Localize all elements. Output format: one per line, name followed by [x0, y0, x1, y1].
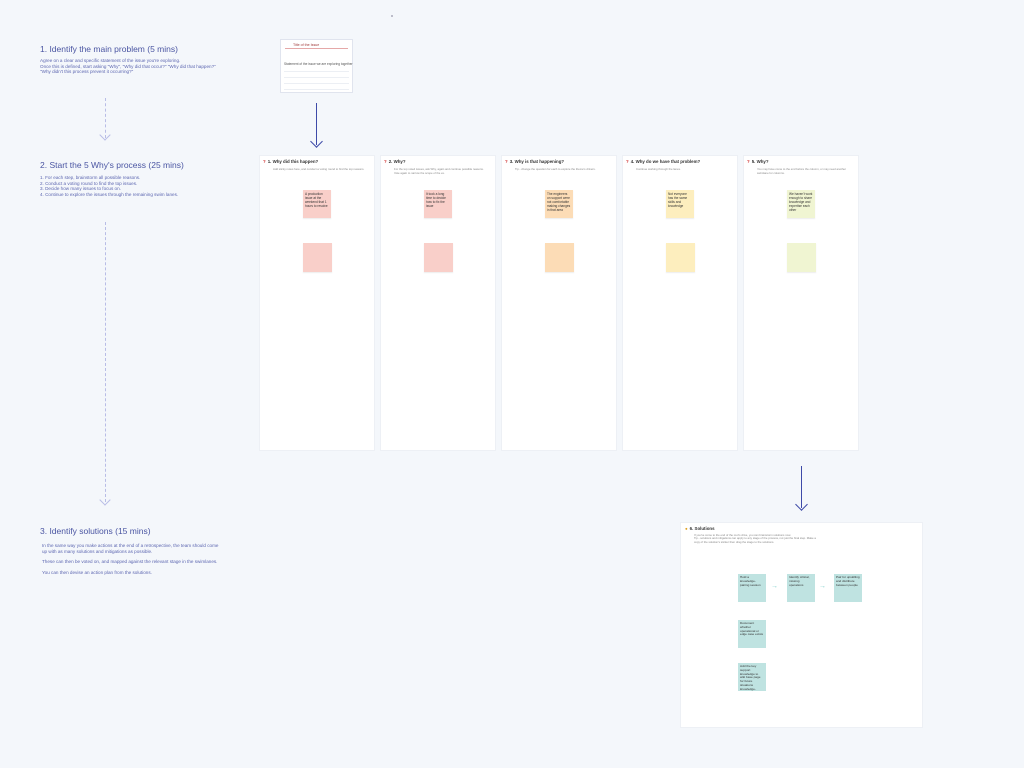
swimlane-2[interactable]: ? 2. Why? For the top voted issues, ask W…	[380, 155, 496, 451]
sticky-note-blank[interactable]	[666, 243, 695, 272]
card-rule	[284, 83, 349, 84]
step-3-line: You can then devise an action plan from …	[42, 569, 152, 575]
step-2-title: 2. Start the 5 Why's process (25 mins)	[40, 160, 184, 170]
sticky-note-blank[interactable]	[424, 243, 453, 272]
sticky-note-blank[interactable]	[787, 243, 816, 272]
question-mark-icon: ?	[505, 159, 508, 164]
issue-card[interactable]: Title of the Issue Statement of the issu…	[280, 39, 353, 93]
solution-note[interactable]: Add the key support knowledge to wiki ba…	[738, 663, 766, 691]
sticky-note[interactable]: Not everyone has the same skills and kno…	[666, 190, 694, 218]
issue-title[interactable]: Title of the Issue	[293, 43, 319, 47]
lane-heading-text: 5. Why?	[751, 159, 769, 164]
arrow-right-icon: →	[819, 583, 826, 590]
canvas-dot	[391, 15, 393, 17]
issue-title-underline	[285, 48, 348, 49]
arrow-down-icon	[310, 135, 323, 148]
lightbulb-icon: ●	[685, 526, 688, 531]
lane-description: Continue working through the lanes.	[636, 167, 681, 171]
solutions-description: If you've come to the end of the root's …	[694, 533, 816, 544]
arrow-right-icon: →	[771, 583, 778, 590]
question-mark-icon: ?	[384, 159, 387, 164]
lane-heading: ? 4. Why do we have that problem?	[626, 159, 700, 164]
swimlane-3[interactable]: ? 3. Why is that happening? Tip - change …	[501, 155, 617, 451]
solution-note[interactable]: Hold a knowledge-pairing session	[738, 574, 766, 602]
swimlane-5[interactable]: ? 5. Why? You may have come to the end be…	[743, 155, 859, 451]
arrow-down-icon	[99, 129, 111, 141]
question-mark-icon: ?	[626, 159, 629, 164]
solutions-heading-text: 6. Solutions	[689, 526, 715, 531]
dashed-connector	[105, 222, 106, 502]
step-1-line: "Why didn't this process prevent it occu…	[40, 69, 134, 75]
solutions-frame[interactable]: ● 6. Solutions If you've come to the end …	[680, 522, 923, 728]
solution-note[interactable]: Identify critical, missing operations	[787, 574, 815, 602]
lane-heading-text: 4. Why do we have that problem?	[630, 159, 701, 164]
swimlane-1[interactable]: ? 1. Why did this happen? Add sticky note…	[259, 155, 375, 451]
step-3-line: In the same way you make actions at the …	[42, 543, 219, 548]
sticky-note[interactable]: The engineers on support were not comfor…	[545, 190, 573, 218]
arrow-down-icon	[99, 494, 111, 506]
lane-heading: ? 2. Why?	[384, 159, 406, 164]
lane-description: Tip - change the question for each to ex…	[515, 167, 596, 171]
question-mark-icon: ?	[747, 159, 750, 164]
step-1-title: 1. Identify the main problem (5 mins)	[40, 44, 178, 54]
lane-heading: ? 3. Why is that happening?	[505, 159, 564, 164]
lane-heading: ? 5. Why?	[747, 159, 769, 164]
lane-heading: ? 1. Why did this happen?	[263, 159, 318, 164]
lane-heading-text: 2. Why?	[388, 159, 406, 164]
solution-note[interactable]: Pair for upskilling and distribute betwe…	[834, 574, 862, 602]
solutions-desc-line: copy of the solution's sticker then drag…	[694, 539, 775, 544]
lane-description: You may have come to the end before the …	[757, 167, 846, 175]
step-1-description: Agree on a clear and specific statement …	[40, 58, 216, 75]
lane-description: For the top voted issues, ask Why, again…	[394, 167, 484, 175]
sticky-note[interactable]: We haven't work enough to share knowledg…	[787, 190, 815, 218]
sticky-note-blank[interactable]	[545, 243, 574, 272]
swimlane-4[interactable]: ? 4. Why do we have that problem? Continu…	[622, 155, 738, 451]
card-rule	[284, 89, 349, 90]
sticky-note-blank[interactable]	[303, 243, 332, 272]
question-mark-icon: ?	[263, 159, 266, 164]
solution-note[interactable]: Document whether operational or edge cas…	[738, 620, 766, 648]
issue-statement[interactable]: Statement of the issue we are exploring …	[284, 62, 353, 66]
sticky-note[interactable]: It took a long time to decide how to fix…	[424, 190, 452, 218]
arrow-down-icon	[795, 498, 808, 511]
card-rule	[284, 71, 349, 72]
step-3-line: These can then be voted on, and mapped a…	[42, 559, 218, 565]
step-3-line: up with as many solutions and mitigation…	[42, 548, 153, 554]
lane-description: Add sticky notes here, and conduct a vot…	[273, 167, 365, 171]
step-3-description: In the same way you make actions at the …	[42, 543, 218, 575]
step-2-line: 4. Continue to explore the issues throug…	[40, 191, 179, 197]
sticky-note[interactable]: A production issue at the weekend that 1…	[303, 190, 331, 218]
card-rule	[284, 77, 349, 78]
solutions-heading: ● 6. Solutions	[685, 526, 715, 531]
step-3-title: 3. Identify solutions (15 mins)	[40, 526, 151, 536]
lane-heading-text: 1. Why did this happen?	[267, 159, 319, 164]
step-2-description: 1. For each step, brainstorm all possibl…	[40, 175, 178, 197]
lane-heading-text: 3. Why is that happening?	[509, 159, 565, 164]
